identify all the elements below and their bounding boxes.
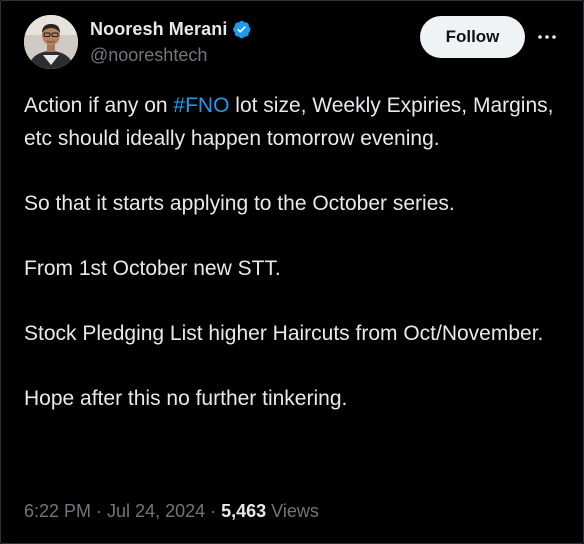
tweet-card: Nooresh Merani @nooreshtech Follow Actio… (0, 0, 584, 544)
follow-button[interactable]: Follow (420, 16, 525, 58)
tweet-paragraph-4: Stock Pledging List higher Haircuts from… (24, 321, 544, 345)
author-name-row[interactable]: Nooresh Merani (90, 17, 252, 41)
meta-separator-2: · (205, 501, 222, 521)
tweet-date[interactable]: Jul 24, 2024 (107, 501, 205, 522)
tweet-time[interactable]: 6:22 PM (24, 501, 91, 522)
avatar-image (24, 15, 78, 69)
tweet-paragraph-5: Hope after this no further tinkering. (24, 386, 348, 410)
author-handle[interactable]: @nooreshtech (90, 45, 207, 66)
avatar[interactable] (24, 15, 78, 69)
more-options-icon[interactable] (535, 25, 559, 49)
hashtag-link[interactable]: #FNO (173, 94, 229, 117)
tweet-meta: 6:22 PM · Jul 24, 2024 · 5,463 Views (24, 501, 319, 522)
views-label: Views (266, 501, 319, 521)
tweet-paragraph-2: So that it starts applying to the Octobe… (24, 191, 455, 215)
tweet-text: Action if any on #FNO lot size, Weekly E… (24, 90, 564, 415)
tweet-paragraph-1: Action if any on #FNO lot size, Weekly E… (24, 94, 554, 150)
tweet-paragraph-3: From 1st October new STT. (24, 256, 281, 280)
author-display-name[interactable]: Nooresh Merani (90, 19, 227, 40)
views-count: 5,463 (221, 501, 267, 521)
verified-badge-icon[interactable] (231, 19, 252, 40)
meta-separator: · (91, 501, 108, 521)
